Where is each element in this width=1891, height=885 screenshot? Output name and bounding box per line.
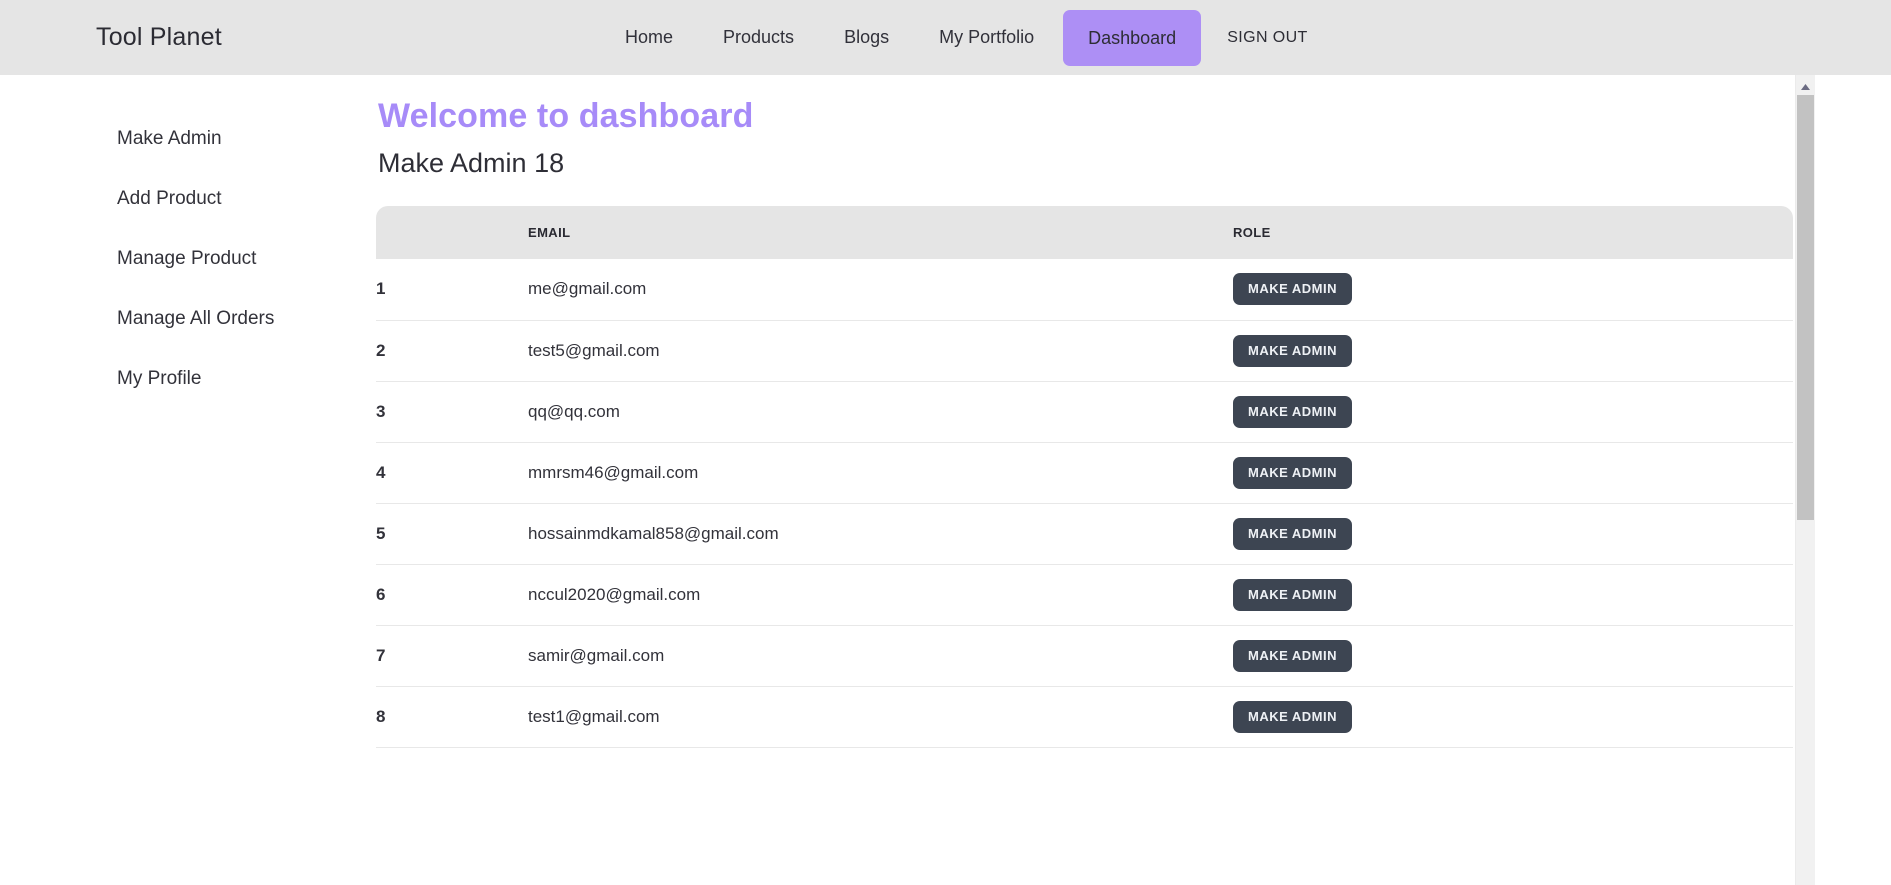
nav-link-blogs[interactable]: Blogs: [819, 0, 914, 75]
table-row: 7 samir@gmail.com MAKE ADMIN: [376, 625, 1793, 687]
row-index: 7: [376, 625, 528, 687]
table-header-row: EMAIL ROLE: [376, 206, 1793, 259]
make-admin-button[interactable]: MAKE ADMIN: [1233, 395, 1353, 428]
sidebar-item-manage-product[interactable]: Manage Product: [0, 245, 376, 305]
row-index: 5: [376, 503, 528, 565]
nav-link-products[interactable]: Products: [698, 0, 819, 75]
section-title: Make Admin 18: [378, 148, 565, 178]
dashboard-sidebar: Make Admin Add Product Manage Product Ma…: [0, 75, 376, 425]
sidebar-item-make-admin[interactable]: Make Admin: [0, 125, 376, 185]
row-role-cell: MAKE ADMIN: [1233, 442, 1793, 504]
vertical-scrollbar[interactable]: [1795, 75, 1815, 885]
row-role-cell: MAKE ADMIN: [1233, 686, 1793, 748]
table-row: 2 test5@gmail.com MAKE ADMIN: [376, 320, 1793, 382]
row-role-cell: MAKE ADMIN: [1233, 259, 1793, 321]
column-header-index: [376, 206, 528, 259]
brand-title: Tool Planet: [96, 23, 222, 51]
row-index: 4: [376, 442, 528, 504]
row-role-cell: MAKE ADMIN: [1233, 381, 1793, 443]
table-row: 5 hossainmdkamal858@gmail.com MAKE ADMIN: [376, 503, 1793, 565]
row-email: qq@qq.com: [528, 381, 1233, 443]
sign-out-button[interactable]: SIGN OUT: [1205, 0, 1333, 75]
row-role-cell: MAKE ADMIN: [1233, 625, 1793, 687]
sidebar-item-add-product[interactable]: Add Product: [0, 185, 376, 245]
table-row: 3 qq@qq.com MAKE ADMIN: [376, 381, 1793, 443]
make-admin-button[interactable]: MAKE ADMIN: [1233, 700, 1353, 733]
dashboard-main: Welcome to dashboard Make Admin 18 EMAIL…: [376, 75, 1795, 748]
row-email: mmrsm46@gmail.com: [528, 442, 1233, 504]
make-admin-button[interactable]: MAKE ADMIN: [1233, 639, 1353, 672]
chevron-up-icon: [1801, 84, 1810, 90]
row-index: 8: [376, 686, 528, 748]
nav-link-my-portfolio[interactable]: My Portfolio: [914, 0, 1059, 75]
row-email: test1@gmail.com: [528, 686, 1233, 748]
row-email: test5@gmail.com: [528, 320, 1233, 382]
row-email: hossainmdkamal858@gmail.com: [528, 503, 1233, 565]
table-row: 8 test1@gmail.com MAKE ADMIN: [376, 686, 1793, 748]
scrollbar-thumb[interactable]: [1797, 95, 1814, 520]
table-row: 1 me@gmail.com MAKE ADMIN: [376, 259, 1793, 321]
admin-users-table: EMAIL ROLE 1 me@gmail.com MAKE ADMIN 2 t…: [376, 206, 1793, 748]
page-title: Welcome to dashboard: [378, 97, 754, 135]
make-admin-button[interactable]: MAKE ADMIN: [1233, 456, 1353, 489]
make-admin-button[interactable]: MAKE ADMIN: [1233, 578, 1353, 611]
row-email: me@gmail.com: [528, 259, 1233, 321]
sidebar-item-manage-all-orders[interactable]: Manage All Orders: [0, 305, 376, 365]
primary-nav: Home Products Blogs My Portfolio Dashboa…: [600, 0, 1333, 75]
row-index: 1: [376, 259, 528, 321]
table-row: 4 mmrsm46@gmail.com MAKE ADMIN: [376, 442, 1793, 504]
table-row: 6 nccul2020@gmail.com MAKE ADMIN: [376, 564, 1793, 626]
row-role-cell: MAKE ADMIN: [1233, 564, 1793, 626]
top-navbar: Tool Planet Home Products Blogs My Portf…: [0, 0, 1891, 75]
column-header-email: EMAIL: [528, 225, 571, 240]
row-email: nccul2020@gmail.com: [528, 564, 1233, 626]
nav-link-home[interactable]: Home: [600, 0, 698, 75]
table-head: EMAIL ROLE: [376, 206, 1793, 259]
row-role-cell: MAKE ADMIN: [1233, 503, 1793, 565]
right-gutter: [1816, 75, 1891, 885]
nav-link-dashboard[interactable]: Dashboard: [1063, 9, 1202, 66]
scrollbar-track[interactable]: [1796, 520, 1815, 885]
make-admin-button[interactable]: MAKE ADMIN: [1233, 517, 1353, 550]
row-role-cell: MAKE ADMIN: [1233, 320, 1793, 382]
row-index: 3: [376, 381, 528, 443]
admin-table-container: EMAIL ROLE 1 me@gmail.com MAKE ADMIN 2 t…: [376, 206, 1793, 748]
column-header-role: ROLE: [1233, 225, 1271, 240]
make-admin-button[interactable]: MAKE ADMIN: [1233, 273, 1353, 306]
make-admin-button[interactable]: MAKE ADMIN: [1233, 334, 1353, 367]
table-body: 1 me@gmail.com MAKE ADMIN 2 test5@gmail.…: [376, 259, 1793, 748]
row-index: 6: [376, 564, 528, 626]
page-body: Make Admin Add Product Manage Product Ma…: [0, 75, 1891, 885]
sidebar-item-my-profile[interactable]: My Profile: [0, 365, 376, 425]
row-email: samir@gmail.com: [528, 625, 1233, 687]
scroll-up-arrow-icon[interactable]: [1796, 79, 1815, 95]
row-index: 2: [376, 320, 528, 382]
